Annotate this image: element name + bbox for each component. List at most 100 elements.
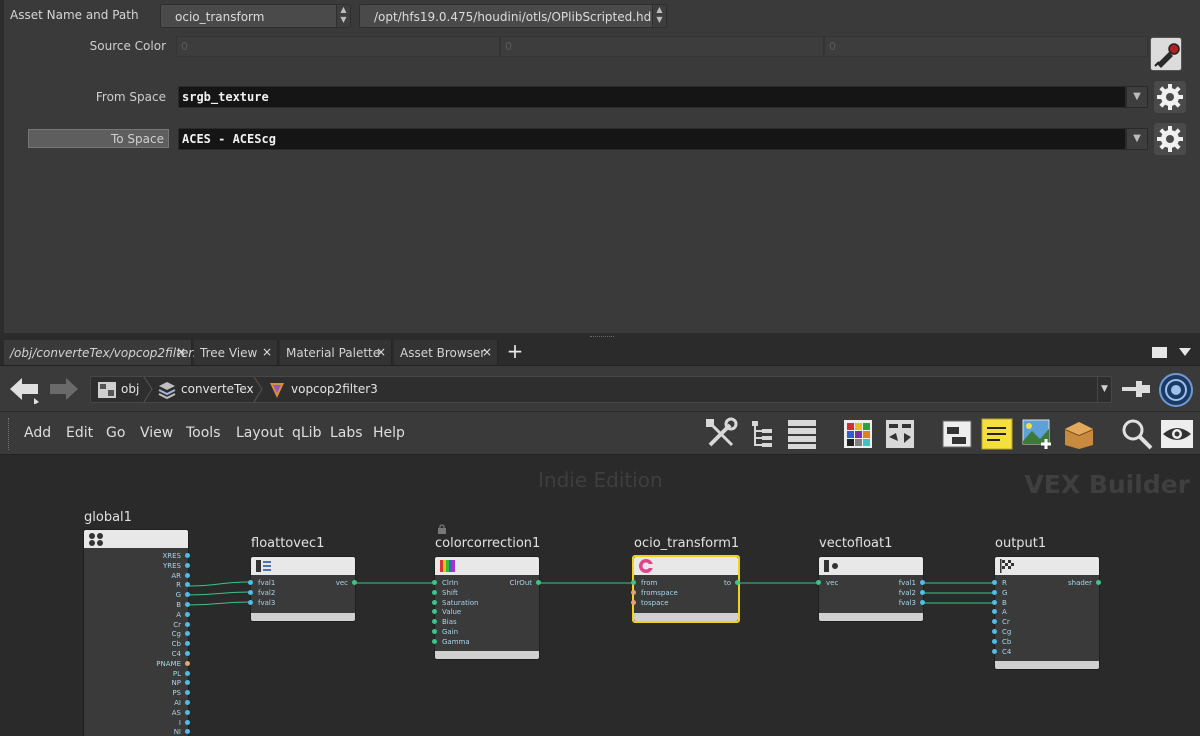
eye-visibility-icon[interactable] — [1160, 417, 1194, 451]
from-space-dropdown-arrow-icon[interactable]: ▼ — [1126, 86, 1148, 108]
breadcrumb-item-vopcop2filter3[interactable]: vopcop2filter3 — [291, 377, 378, 402]
color-picker-button[interactable] — [1150, 37, 1182, 71]
asset-name-combo[interactable]: ocio_transform ▲ ▼ — [160, 4, 351, 28]
port-connector[interactable] — [992, 629, 997, 634]
port-connector[interactable] — [248, 599, 253, 605]
port-connector[interactable] — [631, 599, 636, 605]
menu-help[interactable]: Help — [373, 425, 405, 441]
menu-qlib[interactable]: qLib — [292, 425, 321, 441]
asset-path-arrows-icon[interactable]: ▲ ▼ — [652, 5, 666, 27]
menu-edit[interactable]: Edit — [66, 425, 93, 441]
breadcrumb-history-arrow-icon[interactable]: ▼ — [1097, 377, 1111, 402]
sticky-note-icon[interactable] — [980, 417, 1014, 451]
node-global1[interactable]: XRES YRES AR R G B A Cr Cg Cb C4 PNAME PL NP PS AI AS I NI — [83, 529, 190, 736]
port-connector[interactable] — [185, 700, 190, 705]
port-connector[interactable] — [185, 719, 190, 725]
port-connector[interactable] — [185, 553, 190, 558]
from-space-menu[interactable]: srgb_texture — [178, 86, 1126, 108]
network-box-icon[interactable] — [940, 417, 974, 451]
tab-asset-browser[interactable]: Asset Browser × — [394, 340, 498, 365]
menu-layout[interactable]: Layout — [236, 425, 284, 441]
port-connector[interactable] — [352, 580, 357, 585]
background-image-icon[interactable] — [1020, 417, 1054, 451]
node-floattovec1[interactable]: fval1 fval2 fval3 vec — [248, 556, 357, 622]
link-target-icon[interactable] — [1158, 372, 1194, 408]
source-color-g-field[interactable]: 0 — [500, 36, 824, 57]
menu-labs[interactable]: Labs — [330, 425, 363, 441]
port-connector[interactable] — [185, 572, 190, 578]
port-connector[interactable] — [185, 651, 190, 656]
port-connector[interactable] — [992, 599, 997, 605]
tab-network-path[interactable]: /obj/converteTex/vopcop2filter3 × — [4, 340, 201, 365]
source-color-r-field[interactable]: 0 — [176, 36, 500, 57]
port-connector[interactable] — [432, 599, 437, 605]
node-shapes-icon[interactable] — [884, 417, 918, 451]
forward-arrow-icon[interactable] — [48, 374, 80, 404]
port-connector[interactable] — [920, 599, 925, 605]
node-vectofloat1[interactable]: vec fval1 fval2 fval3 — [816, 556, 925, 622]
port-connector[interactable] — [1096, 580, 1101, 585]
port-connector[interactable] — [992, 638, 997, 644]
port-connector[interactable] — [185, 611, 190, 617]
close-tab-icon[interactable]: × — [482, 345, 492, 359]
port-connector[interactable] — [631, 589, 636, 595]
port-connector[interactable] — [432, 580, 437, 585]
subnet-box-icon[interactable] — [1062, 417, 1096, 451]
menu-go[interactable]: Go — [106, 425, 125, 441]
maximize-pane-icon[interactable] — [1152, 347, 1168, 359]
tab-material-palette[interactable]: Material Palette × — [280, 340, 392, 365]
close-tab-icon[interactable]: × — [176, 345, 186, 359]
port-connector[interactable] — [185, 660, 190, 666]
menu-add[interactable]: Add — [24, 425, 51, 441]
port-connector[interactable] — [631, 580, 636, 585]
add-tab-button[interactable]: + — [505, 339, 525, 365]
port-connector[interactable] — [992, 609, 997, 615]
source-color-b-field[interactable]: 0 — [824, 36, 1148, 57]
port-connector[interactable] — [185, 621, 190, 627]
tools-wrench-icon[interactable] — [704, 417, 738, 451]
asset-path-combo[interactable]: /opt/hfs19.0.475/houdini/otls/OPlibScrip… — [359, 4, 667, 28]
tab-tree-view[interactable]: Tree View × — [194, 340, 278, 365]
port-connector[interactable] — [992, 589, 997, 595]
breadcrumb-item-obj[interactable]: obj — [121, 377, 139, 402]
port-connector[interactable] — [248, 580, 253, 585]
list-view-icon[interactable] — [786, 417, 820, 451]
close-tab-icon[interactable]: × — [376, 345, 386, 359]
menu-tools[interactable]: Tools — [186, 425, 221, 441]
to-space-menu[interactable]: ACES - ACEScg — [178, 128, 1126, 150]
from-space-gear-button[interactable] — [1154, 81, 1186, 113]
menu-view[interactable]: View — [140, 425, 173, 441]
port-connector[interactable] — [992, 648, 997, 654]
close-tab-icon[interactable]: × — [262, 345, 272, 359]
node-colorcorrection1[interactable]: ClrIn Shift Saturation Value Bias Gain Gamma Cl… — [432, 556, 541, 660]
port-connector[interactable] — [432, 609, 437, 615]
port-connector[interactable] — [432, 589, 437, 595]
port-connector[interactable] — [735, 580, 740, 585]
breadcrumb-item-convertetex[interactable]: converteTex — [181, 377, 254, 402]
back-arrow-icon[interactable] — [8, 374, 40, 404]
port-connector[interactable] — [185, 602, 190, 607]
port-connector[interactable] — [185, 562, 190, 568]
network-editor[interactable]: Indie Edition VEX Builder global1 XRES YR… — [4, 456, 1200, 736]
asset-name-arrows-icon[interactable]: ▲ ▼ — [336, 5, 350, 27]
to-space-dropdown-arrow-icon[interactable]: ▼ — [1126, 128, 1148, 150]
node-ocio-transform1[interactable]: from fromspace tospace to — [631, 555, 740, 623]
pane-menu-arrow-icon[interactable] — [1179, 347, 1191, 357]
port-connector[interactable] — [185, 670, 190, 676]
splitter-grip-icon[interactable] — [590, 333, 614, 337]
search-icon[interactable] — [1120, 417, 1154, 451]
port-connector[interactable] — [536, 580, 541, 585]
color-palette-icon[interactable] — [842, 417, 876, 451]
tree-layout-icon[interactable] — [746, 417, 780, 451]
port-connector[interactable] — [432, 619, 437, 625]
port-connector[interactable] — [432, 638, 437, 644]
pin-icon[interactable] — [1122, 376, 1152, 402]
port-connector[interactable] — [992, 619, 997, 625]
port-connector[interactable] — [992, 580, 997, 585]
to-space-gear-button[interactable] — [1154, 123, 1186, 155]
node-output1[interactable]: R G B A Cr Cg Cb C4 shader — [992, 556, 1101, 670]
port-connector[interactable] — [816, 580, 821, 585]
port-connector[interactable] — [432, 629, 437, 634]
port-connector[interactable] — [920, 580, 925, 585]
port-connector[interactable] — [248, 589, 253, 595]
